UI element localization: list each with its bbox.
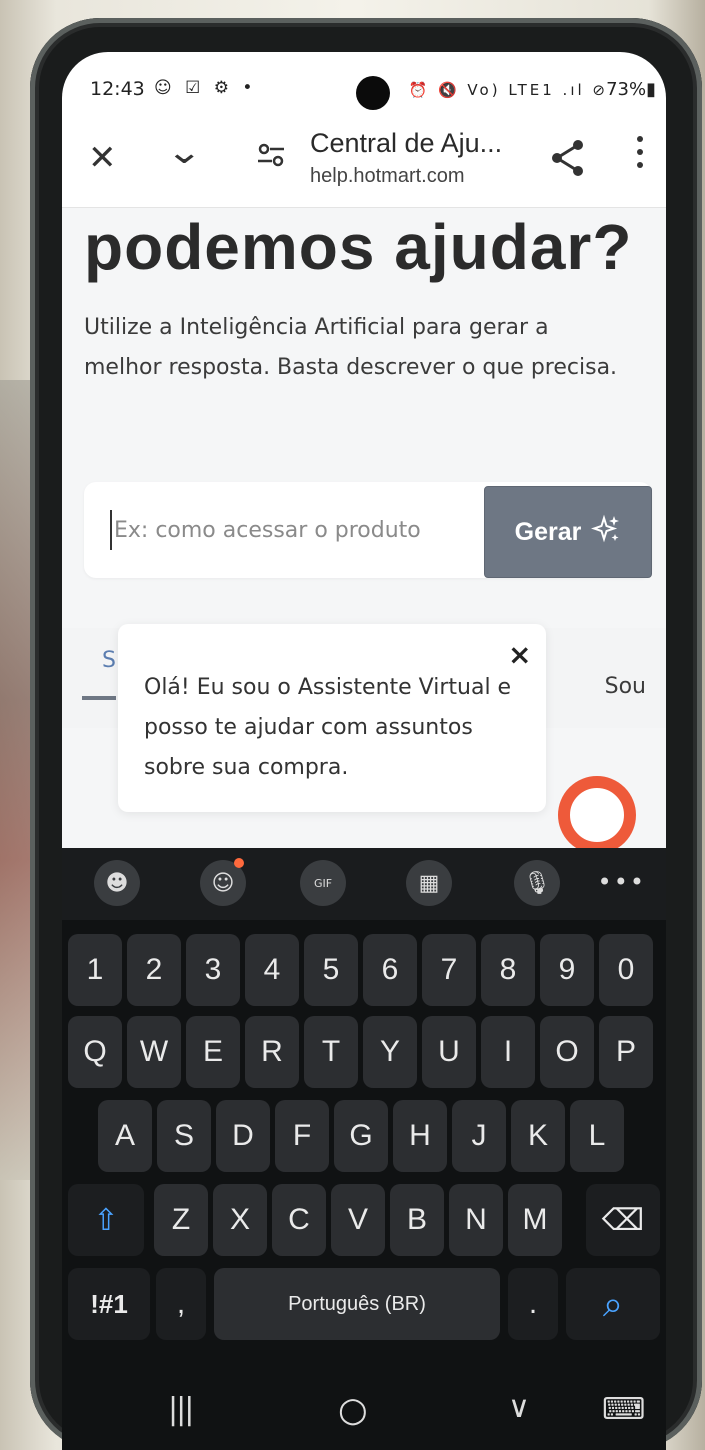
- period-key[interactable]: .: [508, 1268, 558, 1340]
- q-row: QWERTYUIOP: [62, 1016, 666, 1088]
- number-key-6[interactable]: 6: [363, 934, 417, 1006]
- letter-key-s[interactable]: S: [157, 1100, 211, 1172]
- number-key-0[interactable]: 0: [599, 934, 653, 1006]
- number-row: 1234567890: [62, 934, 666, 1006]
- search-key[interactable]: ⌕: [566, 1268, 660, 1340]
- letter-key-c[interactable]: C: [272, 1184, 326, 1256]
- emoji-face-icon[interactable]: ☻: [94, 860, 140, 906]
- number-key-9[interactable]: 9: [540, 934, 594, 1006]
- popup-close-icon[interactable]: ×: [508, 638, 531, 671]
- battery-percent: 73%: [606, 79, 647, 100]
- recents-icon[interactable]: |||: [168, 1392, 194, 1427]
- page-title: Central de Aju...: [310, 128, 503, 158]
- tune-icon[interactable]: [256, 140, 286, 170]
- keyboard-switch-icon[interactable]: ⌨: [602, 1392, 645, 1427]
- back-icon[interactable]: ∨: [508, 1390, 530, 1425]
- soft-keyboard: ☻ ☺ GIF ▦ 🎙 ••• 1234567890 QWERTYUIOP AS…: [62, 848, 666, 1450]
- battery-level: 73%▮: [606, 79, 656, 100]
- active-tab-indicator: [82, 696, 116, 700]
- front-camera: [356, 76, 390, 110]
- web-content: podemos ajudar? Utilize a Inteligência A…: [62, 208, 666, 848]
- letter-key-w[interactable]: W: [127, 1016, 181, 1088]
- letter-key-g[interactable]: G: [334, 1100, 388, 1172]
- chevron-down-icon[interactable]: ⌄: [166, 132, 203, 172]
- comma-key[interactable]: ,: [156, 1268, 206, 1340]
- custom-tab-toolbar: ✕ ⌄ Central de Aju... help.hotmart.com: [62, 122, 666, 208]
- page-info[interactable]: Central de Aju... help.hotmart.com: [310, 128, 530, 188]
- sticker-icon[interactable]: ☺: [200, 858, 246, 906]
- number-key-7[interactable]: 7: [422, 934, 476, 1006]
- phone-screen: 12:43 ☺ ☑ ⚙ • ⏰ 🔇 Vo) LTE1 .ıl ⊘ 73%▮ ✕ …: [62, 52, 666, 1450]
- notification-icons: ☺ ☑ ⚙ •: [154, 78, 257, 98]
- status-time: 12:43: [90, 78, 145, 100]
- bottom-row: !#1 , Português (BR) . ⌕: [62, 1268, 666, 1340]
- letter-key-j[interactable]: J: [452, 1100, 506, 1172]
- letter-key-x[interactable]: X: [213, 1184, 267, 1256]
- page-subtitle: Utilize a Inteligência Artificial para g…: [84, 315, 618, 380]
- sparkle-icon: [591, 514, 621, 551]
- letter-key-h[interactable]: H: [393, 1100, 447, 1172]
- gif-icon[interactable]: GIF: [300, 860, 346, 906]
- letter-key-b[interactable]: B: [390, 1184, 444, 1256]
- more-horiz-icon[interactable]: •••: [598, 868, 646, 896]
- letter-key-o[interactable]: O: [540, 1016, 594, 1088]
- letter-key-i[interactable]: I: [481, 1016, 535, 1088]
- letter-key-a[interactable]: A: [98, 1100, 152, 1172]
- letter-key-v[interactable]: V: [331, 1184, 385, 1256]
- number-key-4[interactable]: 4: [245, 934, 299, 1006]
- ai-search-box: Gerar: [84, 482, 652, 578]
- page-url: help.hotmart.com: [310, 165, 465, 187]
- share-icon[interactable]: [550, 138, 586, 178]
- close-icon[interactable]: ✕: [88, 138, 117, 178]
- letter-key-m[interactable]: M: [508, 1184, 562, 1256]
- a-row: ASDFGHJKL: [62, 1100, 666, 1172]
- system-status-icons: ⏰ 🔇 Vo) LTE1 .ıl ⊘: [408, 81, 608, 99]
- tab-right-fragment[interactable]: Sou: [605, 674, 646, 699]
- number-key-8[interactable]: 8: [481, 934, 535, 1006]
- letter-key-u[interactable]: U: [422, 1016, 476, 1088]
- tab-left-fragment[interactable]: S: [102, 648, 116, 673]
- number-key-1[interactable]: 1: [68, 934, 122, 1006]
- page-heading: podemos ajudar?: [84, 211, 633, 283]
- navigation-bar: ||| ○ ∨ ⌨: [62, 1378, 666, 1450]
- status-bar: 12:43 ☺ ☑ ⚙ • ⏰ 🔇 Vo) LTE1 .ıl ⊘ 73%▮: [62, 52, 666, 122]
- number-key-2[interactable]: 2: [127, 934, 181, 1006]
- letter-key-n[interactable]: N: [449, 1184, 503, 1256]
- letter-key-d[interactable]: D: [216, 1100, 270, 1172]
- letter-key-t[interactable]: T: [304, 1016, 358, 1088]
- letter-key-r[interactable]: R: [245, 1016, 299, 1088]
- keyboard-toolbar: ☻ ☺ GIF ▦ 🎙 •••: [62, 848, 666, 920]
- home-icon[interactable]: ○: [338, 1390, 368, 1430]
- backspace-key[interactable]: ⌫: [586, 1184, 660, 1256]
- clipboard-icon[interactable]: ▦: [406, 860, 452, 906]
- search-input[interactable]: [110, 510, 450, 550]
- generate-button[interactable]: Gerar: [484, 486, 652, 578]
- chat-launcher-button[interactable]: [558, 776, 636, 848]
- space-key[interactable]: Português (BR): [214, 1268, 500, 1340]
- letter-key-l[interactable]: L: [570, 1100, 624, 1172]
- letter-key-q[interactable]: Q: [68, 1016, 122, 1088]
- more-vert-icon[interactable]: [636, 136, 644, 176]
- generate-label: Gerar: [514, 517, 582, 546]
- letter-key-p[interactable]: P: [599, 1016, 653, 1088]
- letter-key-f[interactable]: F: [275, 1100, 329, 1172]
- letter-key-z[interactable]: Z: [154, 1184, 208, 1256]
- number-key-5[interactable]: 5: [304, 934, 358, 1006]
- notification-dot: [234, 858, 244, 868]
- assistant-popup: × Olá! Eu sou o Assistente Virtual e pos…: [118, 624, 546, 812]
- letter-key-e[interactable]: E: [186, 1016, 240, 1088]
- z-row: ⇧ ZXCVBNM ⌫: [62, 1184, 666, 1256]
- assistant-message: Olá! Eu sou o Assistente Virtual e posso…: [144, 675, 512, 780]
- letter-key-y[interactable]: Y: [363, 1016, 417, 1088]
- symbols-key[interactable]: !#1: [68, 1268, 150, 1340]
- number-key-3[interactable]: 3: [186, 934, 240, 1006]
- shift-key[interactable]: ⇧: [68, 1184, 144, 1256]
- letter-key-k[interactable]: K: [511, 1100, 565, 1172]
- microphone-icon[interactable]: 🎙: [514, 860, 560, 906]
